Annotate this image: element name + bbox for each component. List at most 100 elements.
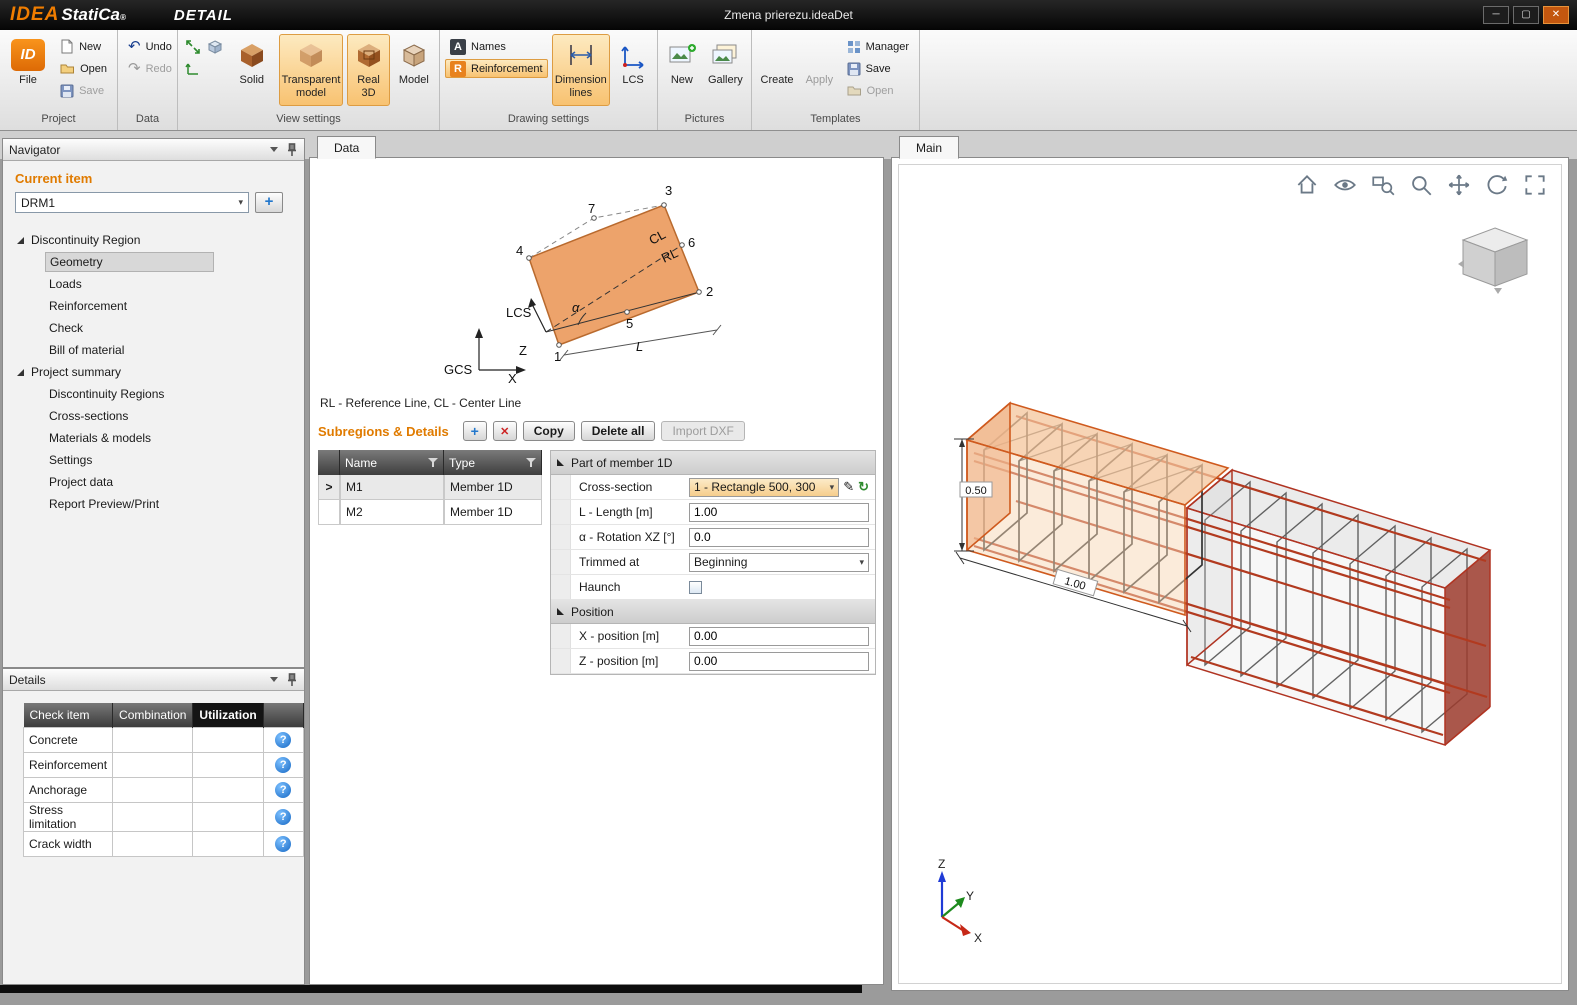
zoom-extents-icon[interactable] <box>1522 172 1548 198</box>
pin-icon[interactable] <box>286 673 298 687</box>
filter-icon[interactable] <box>428 458 438 468</box>
picture-new-button[interactable]: New <box>663 34 701 106</box>
save-button[interactable]: Save <box>55 81 112 100</box>
tree-item-project-data[interactable]: Project data <box>3 471 304 493</box>
gallery-button[interactable]: Gallery <box>705 34 746 106</box>
edit-cross-section-icon[interactable]: ✎ <box>843 479 854 495</box>
haunch-checkbox[interactable] <box>689 581 702 594</box>
refresh-cross-section-icon[interactable]: ↻ <box>858 479 869 495</box>
tree-item-report-preview[interactable]: Report Preview/Print <box>3 493 304 515</box>
property-rotation: α - Rotation XZ [°] <box>551 525 875 550</box>
alpha-label: α <box>572 300 580 315</box>
pin-icon[interactable] <box>286 143 298 157</box>
template-manager-button[interactable]: Manager <box>842 37 914 56</box>
redo-button[interactable]: ↷ Redo <box>123 59 177 78</box>
help-icon[interactable]: ? <box>275 757 291 773</box>
names-toggle[interactable]: A Names <box>445 37 548 56</box>
tree-item-check[interactable]: Check <box>3 317 304 339</box>
solid-button[interactable]: Solid <box>229 34 275 106</box>
group-collapse-icon[interactable] <box>557 459 564 466</box>
maximize-button[interactable]: ▢ <box>1513 6 1539 24</box>
visibility-eye-icon[interactable] <box>1332 172 1358 198</box>
length-input[interactable] <box>689 503 869 522</box>
z-position-input[interactable] <box>689 652 869 671</box>
template-create-button[interactable]: Create <box>757 34 797 106</box>
new-picture-icon <box>668 42 696 68</box>
home-view-icon[interactable] <box>1294 172 1320 198</box>
member-shape[interactable] <box>529 205 699 345</box>
tree-item-materials-models[interactable]: Materials & models <box>3 427 304 449</box>
filter-icon[interactable] <box>526 458 536 468</box>
x-position-input[interactable] <box>689 627 869 646</box>
axis-x-label: X <box>974 931 982 945</box>
expander-icon[interactable] <box>17 237 24 244</box>
dimension-height-label: 0.50 <box>965 485 986 497</box>
tree-item-discontinuity-regions[interactable]: Discontinuity Regions <box>3 383 304 405</box>
help-icon[interactable]: ? <box>275 836 291 852</box>
navigation-cube[interactable] <box>1454 220 1536 302</box>
lcs-axis <box>532 304 546 332</box>
gallery-icon <box>711 42 739 68</box>
lcs-button[interactable]: LCS <box>614 34 652 106</box>
group-collapse-icon[interactable] <box>557 608 564 615</box>
tree-item-reinforcement[interactable]: Reinforcement <box>3 295 304 317</box>
import-dxf-button[interactable]: Import DXF <box>661 421 744 441</box>
new-button[interactable]: New <box>55 37 112 56</box>
tree-node-project-summary[interactable]: Project summary <box>3 361 304 383</box>
rotate-icon[interactable] <box>1484 172 1510 198</box>
copy-button[interactable]: Copy <box>523 421 575 441</box>
help-icon[interactable]: ? <box>275 782 291 798</box>
group-part-of-member[interactable]: Part of member 1D <box>551 451 875 475</box>
template-open-button[interactable]: Open <box>842 81 914 100</box>
open-button[interactable]: Open <box>55 59 112 78</box>
file-button[interactable]: ID File <box>5 34 51 106</box>
template-save-button[interactable]: Save <box>842 59 914 78</box>
point-label-3: 3 <box>665 183 672 198</box>
group-position[interactable]: Position <box>551 600 875 624</box>
view-cube-button[interactable] <box>205 37 225 57</box>
zoom-icon[interactable] <box>1408 172 1434 198</box>
member-row-m1[interactable]: > M1 Member 1D <box>318 475 542 500</box>
delete-all-button[interactable]: Delete all <box>581 421 656 441</box>
ribbon-group-pictures: New Gallery Pictures <box>658 30 752 130</box>
model-button[interactable]: Model <box>394 34 434 106</box>
add-subregion-button[interactable]: + <box>463 421 487 441</box>
tree-item-settings[interactable]: Settings <box>3 449 304 471</box>
transparent-model-button[interactable]: Transparent model <box>279 34 344 106</box>
reinforcement-toggle[interactable]: R Reinforcement <box>445 59 548 78</box>
zoom-window-icon[interactable] <box>1370 172 1396 198</box>
dimension-lines-button[interactable]: Dimension lines <box>552 34 611 106</box>
tree-item-cross-sections[interactable]: Cross-sections <box>3 405 304 427</box>
pan-icon[interactable] <box>1446 172 1472 198</box>
delete-subregion-button[interactable]: ✕ <box>493 421 517 441</box>
tree-item-bill-of-material[interactable]: Bill of material <box>3 339 304 361</box>
close-button[interactable]: ✕ <box>1543 6 1569 24</box>
rotation-input[interactable] <box>689 528 869 547</box>
tab-data[interactable]: Data <box>317 136 376 159</box>
current-item-dropdown[interactable]: DRM1 ▾ <box>15 192 249 213</box>
details-collapse-icon[interactable] <box>270 677 278 682</box>
expander-icon[interactable] <box>17 369 24 376</box>
real-3d-button[interactable]: Real 3D <box>347 34 389 106</box>
trimmed-at-dropdown[interactable]: Beginning ▾ <box>689 553 869 572</box>
names-icon: A <box>450 39 466 55</box>
help-icon[interactable]: ? <box>275 809 291 825</box>
point-label-7: 7 <box>588 201 595 216</box>
bottom-partial-bar <box>0 985 862 993</box>
axis-view-button[interactable] <box>183 59 203 79</box>
tree-item-loads[interactable]: Loads <box>3 273 304 295</box>
minimize-button[interactable]: ─ <box>1483 6 1509 24</box>
cross-section-dropdown[interactable]: 1 - Rectangle 500, 300 ▾ <box>689 478 839 497</box>
help-icon[interactable]: ? <box>275 732 291 748</box>
tab-main[interactable]: Main <box>899 136 959 159</box>
column-help <box>263 703 303 727</box>
tree-item-geometry[interactable]: Geometry <box>3 251 304 273</box>
viewport[interactable]: 0.50 1.00 Z Y X <box>891 157 1569 991</box>
member-row-m2[interactable]: M2 Member 1D <box>318 500 542 525</box>
navigator-collapse-icon[interactable] <box>270 147 278 152</box>
zoom-extents-button[interactable] <box>183 37 203 57</box>
undo-button[interactable]: ↶ Undo <box>123 37 177 56</box>
add-region-button[interactable]: + <box>255 192 283 213</box>
tree-node-discontinuity-region[interactable]: Discontinuity Region <box>3 229 304 251</box>
template-apply-button[interactable]: Apply <box>801 34 838 106</box>
